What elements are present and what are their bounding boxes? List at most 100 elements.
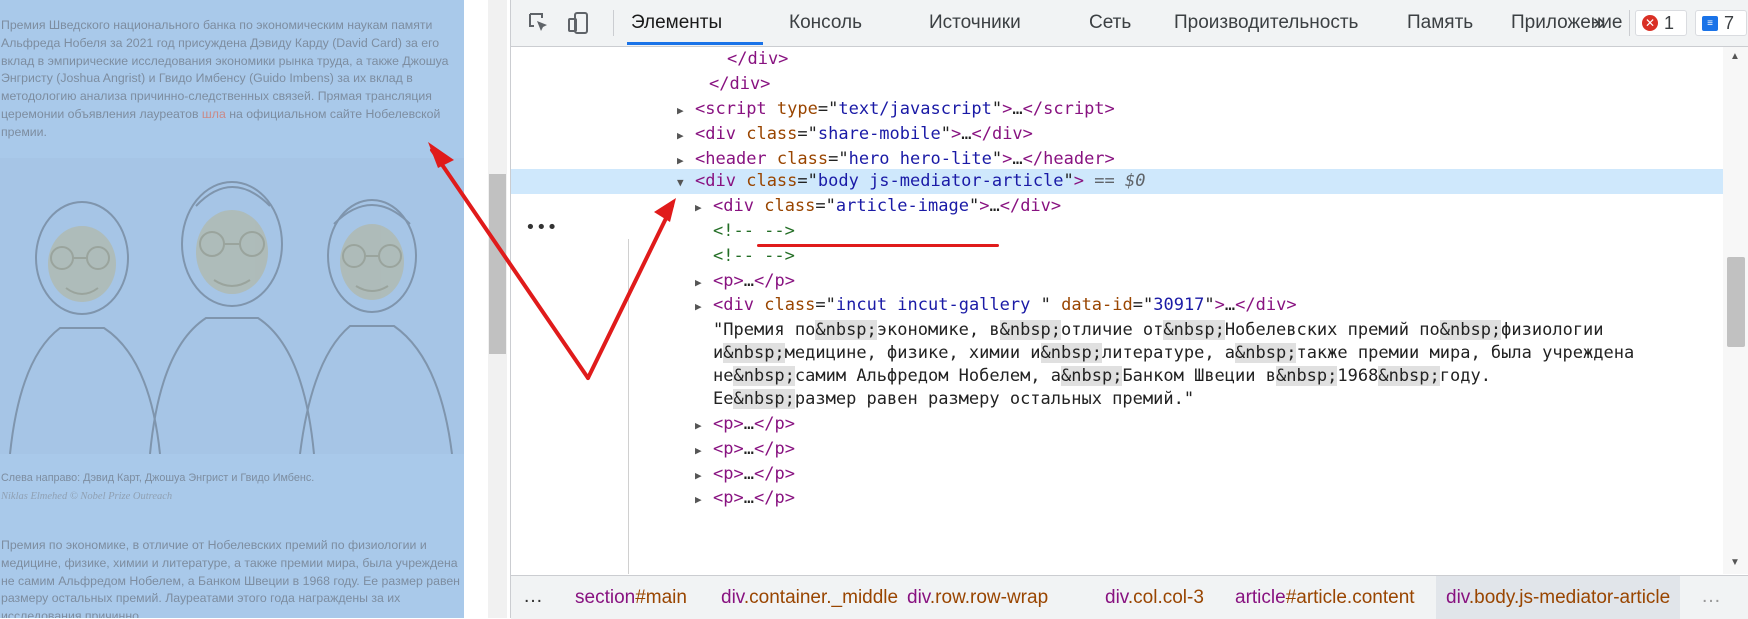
text: Ее [713,389,734,409]
tree-row-script[interactable]: ▶ <script type="text/javascript">…</scrip… [511,97,1723,122]
tag-name: div [705,171,736,191]
annotation-underline [757,244,999,247]
laureates-portrait-image [0,158,464,455]
inspect-element-icon[interactable] [525,9,553,37]
expand-triangle-icon[interactable]: ▶ [695,438,713,463]
article-intro-paragraph: Премия Шведского национального банка по … [1,17,456,142]
elements-scrollbar-thumb[interactable] [1727,257,1745,347]
tree-text-node-line[interactable]: Ее&nbsp;размер равен размеру остальных п… [511,387,1723,412]
text: медицине, физике, химии и [784,343,1041,363]
scroll-up-arrow-icon[interactable]: ▲ [1730,51,1740,62]
collapsed-ellipsis: … [1012,149,1023,169]
expand-triangle-icon[interactable]: ▶ [677,123,695,148]
tab-application[interactable]: Приложение [1511,0,1622,46]
tree-row-p[interactable]: ▶ <p>…</p> [511,437,1723,462]
article-page-content: Премия Шведского национального банка по … [0,0,464,618]
closing-tag: </div> [709,74,771,94]
expand-triangle-icon[interactable]: ▶ [695,195,713,220]
nbsp-entity: &nbsp; [1163,320,1225,340]
messages-badge[interactable]: ≡ 7 [1695,10,1747,36]
text: не [713,366,734,386]
tree-text-node-line[interactable]: и&nbsp;медицине, физике, химии и&nbsp;ли… [511,341,1723,366]
page-scrollbar-thumb[interactable] [489,174,506,354]
tag-name: div [1020,196,1051,216]
nbsp-entity: &nbsp; [723,343,785,363]
tab-sources[interactable]: Источники [929,0,1021,46]
breadcrumb-item[interactable]: article#article.content [1235,576,1415,619]
tree-row[interactable]: </div> [511,72,1723,97]
tag-name: p [723,488,734,508]
errors-badge[interactable]: ✕ 1 [1635,10,1687,36]
breadcrumb-item[interactable]: div.row.row-wrap [907,576,1048,619]
more-tabs-button[interactable]: » [1593,0,1605,46]
expand-triangle-icon[interactable]: ▶ [695,413,713,438]
expand-triangle-icon[interactable]: ▶ [677,98,695,123]
attr-name: class [764,196,816,216]
page-scrollbar[interactable] [488,0,507,618]
tree-row-p[interactable]: ▶ <p>…</p> [511,486,1723,511]
nbsp-entity: &nbsp; [999,320,1062,340]
text: литературе, а [1101,343,1236,363]
elements-scrollbar[interactable]: ▲ ▼ [1723,47,1748,574]
expand-triangle-icon[interactable]: ▶ [695,270,713,295]
tree-row-p[interactable]: ▶ <p>…</p> [511,462,1723,487]
device-toolbar-icon[interactable] [565,9,593,37]
text: экономике, в [876,320,1000,340]
breadcrumb-selector: .body.js-mediator-article [1468,587,1671,608]
tree-row-comment[interactable]: <!-- --> [511,219,1723,244]
tree-text-node-line[interactable]: не&nbsp;самим Альфредом Нобелем, а&nbsp;… [511,364,1723,389]
tree-row-incut-gallery[interactable]: ▶ <div class="incut incut-gallery " data-… [511,293,1723,318]
attr-value: text/javascript [838,99,992,119]
toolbar-divider [1629,10,1630,36]
breadcrumb-tag: div [721,587,744,608]
attr-name: class [764,295,816,315]
expand-triangle-icon[interactable]: ▶ [695,294,713,319]
text: Банком Швеции в [1122,366,1276,386]
tree-row-p[interactable]: ▶ <p>…</p> [511,412,1723,437]
tab-elements[interactable]: Элементы [631,0,722,46]
tag-name: p [723,464,734,484]
html-comment: <!-- --> [713,246,795,266]
tab-performance[interactable]: Производительность [1174,0,1358,46]
tree-row-selected[interactable]: ▼ <div class="body js-mediator-article"> … [511,169,1723,194]
tree-text-node-line[interactable]: "Премия по&nbsp;экономике, в&nbsp;отличи… [511,318,1723,343]
error-icon: ✕ [1642,15,1658,31]
tag-name: div [723,295,754,315]
text: самим Альфредом Нобелем, а [794,366,1062,386]
scroll-down-arrow-icon[interactable]: ▼ [1730,557,1740,568]
collapsed-ellipsis: … [743,271,754,291]
tab-memory[interactable]: Память [1407,0,1473,46]
tree-row-share-mobile[interactable]: ▶ <div class="share-mobile">…</div> [511,122,1723,147]
breadcrumb-selector: .row.row-wrap [929,587,1049,608]
node-actions-dots-icon[interactable]: ••• [525,215,558,240]
tab-network[interactable]: Сеть [1089,0,1131,46]
breadcrumb-item-current[interactable]: div.body.js-mediator-article [1436,576,1681,619]
tree-row[interactable]: </div> [511,47,1723,72]
text: размер равен размеру остальных премий." [794,389,1195,409]
collapsed-ellipsis: … [743,488,754,508]
selected-node-marker: == $0 [1094,171,1146,191]
breadcrumb-more-button[interactable]: … [523,576,543,616]
breadcrumb-item[interactable]: section#main [575,576,687,619]
intro-link[interactable]: шла [202,107,226,121]
nbsp-entity: &nbsp; [1439,320,1502,340]
tree-row-comment[interactable]: <!-- --> [511,244,1723,269]
breadcrumb-item[interactable]: div.col.col-3 [1105,576,1204,619]
messages-count: 7 [1724,12,1735,33]
breadcrumb-tag: div [907,587,930,608]
expand-triangle-icon[interactable]: ▶ [695,463,713,488]
dom-tree: </div> </div> ▶ <script type="text/javasc… [511,47,1723,574]
breadcrumb-item[interactable]: div.container._middle [721,576,898,619]
collapse-triangle-icon[interactable]: ▼ [677,170,695,195]
attr-value: body js-mediator-article [817,171,1064,191]
breadcrumb-overflow-icon[interactable]: … [1701,576,1721,616]
tag-name: script [705,99,767,119]
tag-name: p [723,414,734,434]
tree-row-p[interactable]: ▶ <p>…</p> [511,269,1723,294]
tab-console[interactable]: Консоль [789,0,862,46]
attr-value: article-image [835,196,969,216]
tree-row-article-image[interactable]: ▶ <div class="article-image">…</div> [511,194,1723,219]
breadcrumb-selector: .container._middle [743,587,899,608]
attr-name: class [746,124,798,144]
expand-triangle-icon[interactable]: ▶ [695,487,713,512]
